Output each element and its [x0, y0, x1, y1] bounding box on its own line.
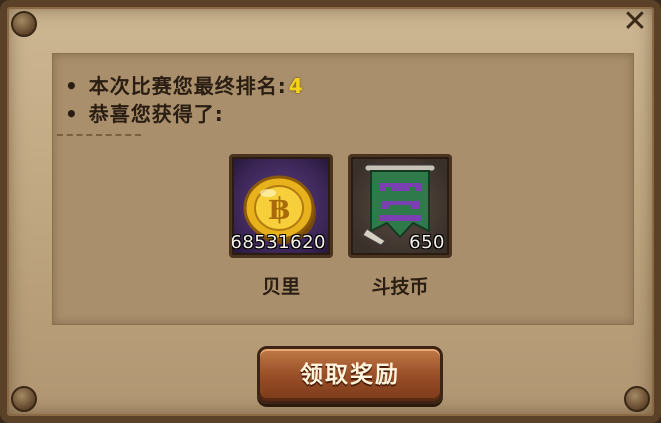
svg-text:฿: ฿	[269, 192, 290, 227]
bullet: •	[65, 74, 79, 98]
reward-slot[interactable]: ฿ 68531620	[229, 154, 333, 258]
reward-item-arena-coin: 650 斗技币	[348, 154, 452, 299]
reward-name: 斗技币	[371, 276, 429, 298]
claim-reward-button[interactable]: 领取奖励	[257, 346, 443, 404]
corner-ornament	[11, 386, 37, 412]
close-button[interactable]: ✕	[618, 5, 652, 39]
bullet: •	[65, 102, 79, 126]
close-x-icon: ✕	[622, 4, 648, 39]
rank-line: • 本次比赛您最终排名: 4	[65, 70, 304, 99]
corner-ornament	[11, 11, 37, 37]
claim-reward-label: 领取奖励	[300, 362, 400, 388]
reward-count: 68531620	[230, 232, 326, 253]
dashed-divider	[57, 134, 141, 136]
corner-ornament	[624, 386, 650, 412]
reward-name: 贝里	[261, 276, 300, 298]
rank-value: 4	[288, 74, 304, 98]
rank-label: 本次比赛您最终排名:	[88, 74, 287, 98]
reward-dialog: ✕ • 本次比赛您最终排名:4 • 恭喜您获得了: ฿ 68531620 贝里	[0, 0, 661, 423]
congrats-line: • 恭喜您获得了:	[65, 98, 224, 127]
congrats-text: 恭喜您获得了:	[88, 102, 224, 126]
reward-slot[interactable]: 650	[348, 154, 452, 258]
reward-count: 650	[409, 232, 445, 253]
result-panel: • 本次比赛您最终排名: 4 • 恭喜您获得了: ฿ 68531620 贝里 6…	[52, 53, 634, 325]
reward-item-beli: ฿ 68531620 贝里	[229, 154, 333, 299]
